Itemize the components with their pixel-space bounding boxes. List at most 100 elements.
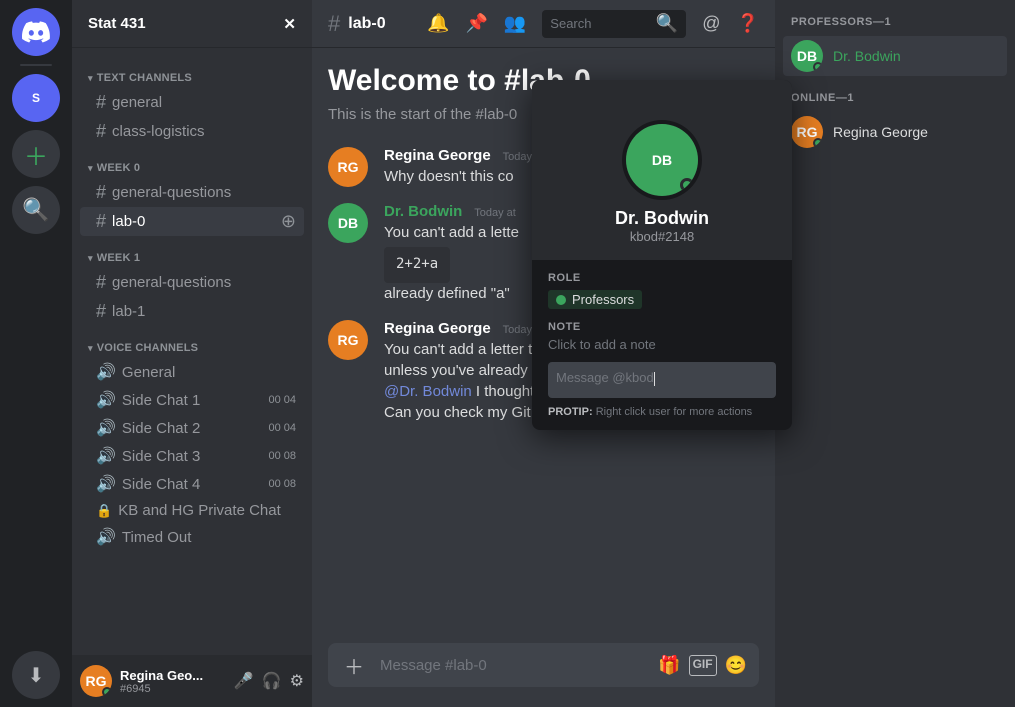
text-channels-arrow: ▾ bbox=[88, 73, 93, 84]
channel-week0-general-questions[interactable]: # general-questions bbox=[80, 178, 304, 207]
search-icon: 🔍 bbox=[656, 13, 678, 34]
member-avatar: RG bbox=[791, 116, 823, 148]
message-timestamp: Today at bbox=[474, 207, 516, 219]
channel-lab1[interactable]: # lab-1 bbox=[80, 297, 304, 326]
speaker-icon: 🔊 bbox=[96, 474, 116, 494]
speaker-icon: 🔊 bbox=[96, 446, 116, 466]
chat-input-area: ＋ 🎁 GIF 😊 bbox=[312, 643, 775, 707]
chat-channel-name: # lab-0 bbox=[328, 11, 386, 37]
notification-bell-icon[interactable]: 🔔 bbox=[427, 13, 449, 34]
speaker-icon: 🔊 bbox=[96, 527, 116, 547]
add-attachment-button[interactable]: ＋ bbox=[340, 651, 368, 679]
week1-arrow: ▾ bbox=[88, 253, 93, 264]
current-discriminator: #6945 bbox=[120, 683, 226, 695]
message-author: Dr. Bodwin bbox=[384, 203, 462, 220]
voice-channels-arrow: ▾ bbox=[88, 343, 93, 354]
user-bar-icons: 🎤 🎧 ⚙ bbox=[234, 671, 304, 691]
server-icon[interactable]: S bbox=[12, 74, 60, 122]
user-info: Regina Geo... #6945 bbox=[120, 668, 226, 695]
search-input[interactable] bbox=[550, 16, 650, 31]
search-box[interactable]: 🔍 bbox=[542, 10, 686, 38]
channel-lab0[interactable]: # lab-0 ⊕ bbox=[80, 207, 304, 236]
icon-rail: S ＋ 🔍 ⬇ bbox=[0, 0, 72, 707]
popup-role: Professors bbox=[572, 292, 634, 307]
code-block: 2+2+a bbox=[384, 247, 450, 283]
hash-icon: # bbox=[96, 121, 106, 142]
voice-timed-out[interactable]: 🔊 Timed Out bbox=[80, 523, 304, 551]
settings-icon[interactable]: ⚙ bbox=[290, 671, 304, 691]
current-username: Regina Geo... bbox=[120, 668, 210, 683]
channel-list: ▾ Text Channels # general # class-logist… bbox=[72, 48, 312, 655]
discord-logo[interactable] bbox=[12, 8, 60, 56]
voice-side-chat-3[interactable]: 🔊 Side Chat 3 00 08 bbox=[80, 442, 304, 470]
popup-role-badge: Professors bbox=[548, 290, 642, 309]
popup-avatar: DB bbox=[622, 120, 702, 200]
download-button[interactable]: ⬇ bbox=[12, 651, 60, 699]
channel-general[interactable]: # general bbox=[80, 88, 304, 117]
popup-message-prefix: Message @kbod bbox=[556, 370, 654, 385]
message-author: Regina George bbox=[384, 320, 491, 337]
week1-label[interactable]: ▾ Week 1 bbox=[72, 236, 312, 268]
popup-role-label: Role bbox=[548, 272, 776, 284]
server-header[interactable]: Stat 431 ✕ bbox=[72, 0, 312, 48]
user-popup: DB Dr. Bodwin kbod#2148 Role Professors … bbox=[532, 80, 792, 430]
message-avatar: RG bbox=[328, 320, 368, 360]
voice-side-chat-2[interactable]: 🔊 Side Chat 2 00 04 bbox=[80, 414, 304, 442]
member-status-online bbox=[813, 62, 823, 72]
hash-icon: # bbox=[96, 272, 106, 293]
explore-button[interactable]: 🔍 bbox=[12, 186, 60, 234]
popup-body: Role Professors Note Click to add a note… bbox=[532, 260, 792, 430]
headphones-icon[interactable]: 🎧 bbox=[262, 671, 282, 691]
add-member-icon[interactable]: ⊕ bbox=[281, 211, 296, 232]
voice-kb-hg-private[interactable]: 🔒 KB and HG Private Chat bbox=[80, 498, 304, 523]
help-icon[interactable]: ❓ bbox=[737, 13, 759, 34]
popup-note-placeholder[interactable]: Click to add a note bbox=[548, 337, 776, 352]
voice-general[interactable]: 🔊 General bbox=[80, 358, 304, 386]
speaker-icon: 🔊 bbox=[96, 418, 116, 438]
voice-badge: 00 08 bbox=[268, 478, 296, 490]
popup-protip: PROTIP: Right click user for more action… bbox=[548, 406, 776, 418]
header-icons: 🔔 📌 👥 🔍 @ ❓ bbox=[427, 10, 759, 38]
online-label: Online—1 bbox=[783, 92, 1007, 104]
text-channels-label[interactable]: ▾ Text Channels bbox=[72, 56, 312, 88]
emoji-icon[interactable]: 😊 bbox=[725, 655, 747, 676]
voice-side-chat-4[interactable]: 🔊 Side Chat 4 00 08 bbox=[80, 470, 304, 498]
members-icon[interactable]: 👥 bbox=[504, 13, 526, 34]
channel-class-logistics[interactable]: # class-logistics bbox=[80, 117, 304, 146]
member-name: Regina George bbox=[833, 124, 928, 140]
popup-avatar-status bbox=[680, 178, 694, 192]
voice-channels-label[interactable]: ▾ Voice Channels bbox=[72, 326, 312, 358]
at-icon[interactable]: @ bbox=[702, 13, 720, 34]
member-regina-george[interactable]: RG Regina George bbox=[783, 112, 1007, 152]
user-bar: RG Regina Geo... #6945 🎤 🎧 ⚙ bbox=[72, 655, 312, 707]
role-dot bbox=[556, 295, 566, 305]
pin-icon[interactable]: 📌 bbox=[465, 13, 487, 34]
current-user-avatar: RG bbox=[80, 665, 112, 697]
channel-week1-general-questions[interactable]: # general-questions bbox=[80, 268, 304, 297]
user-status-indicator bbox=[102, 687, 112, 697]
add-server-button[interactable]: ＋ bbox=[12, 130, 60, 178]
member-dr-bodwin[interactable]: DB Dr. Bodwin bbox=[783, 36, 1007, 76]
input-icons: 🎁 GIF 😊 bbox=[658, 655, 747, 676]
main-chat: # lab-0 🔔 📌 👥 🔍 @ ❓ Welcome to #lab-0 Th… bbox=[312, 0, 775, 707]
hash-icon: # bbox=[96, 211, 106, 232]
channel-hash-icon: # bbox=[328, 11, 340, 37]
server-name: Stat 431 bbox=[88, 15, 146, 32]
gif-icon[interactable]: GIF bbox=[689, 655, 717, 676]
member-name: Dr. Bodwin bbox=[833, 48, 901, 64]
voice-badge: 00 04 bbox=[268, 394, 296, 406]
week0-label[interactable]: ▾ Week 0 bbox=[72, 146, 312, 178]
server-dropdown-icon: ✕ bbox=[283, 15, 296, 33]
popup-username: Dr. Bodwin bbox=[615, 208, 709, 229]
right-panel: Professors—1 DB Dr. Bodwin Online—1 RG R… bbox=[775, 0, 1015, 707]
message-avatar: RG bbox=[328, 147, 368, 187]
popup-tag: kbod#2148 bbox=[630, 229, 694, 244]
mic-icon[interactable]: 🎤 bbox=[234, 671, 254, 691]
voice-side-chat-1[interactable]: 🔊 Side Chat 1 00 04 bbox=[80, 386, 304, 414]
message-input[interactable] bbox=[380, 657, 646, 674]
popup-avatar-section: DB Dr. Bodwin kbod#2148 bbox=[532, 80, 792, 260]
voice-badge: 00 08 bbox=[268, 450, 296, 462]
gift-icon[interactable]: 🎁 bbox=[658, 655, 680, 676]
popup-message-input[interactable]: Message @kbod bbox=[548, 362, 776, 398]
message-avatar: DB bbox=[328, 203, 368, 243]
